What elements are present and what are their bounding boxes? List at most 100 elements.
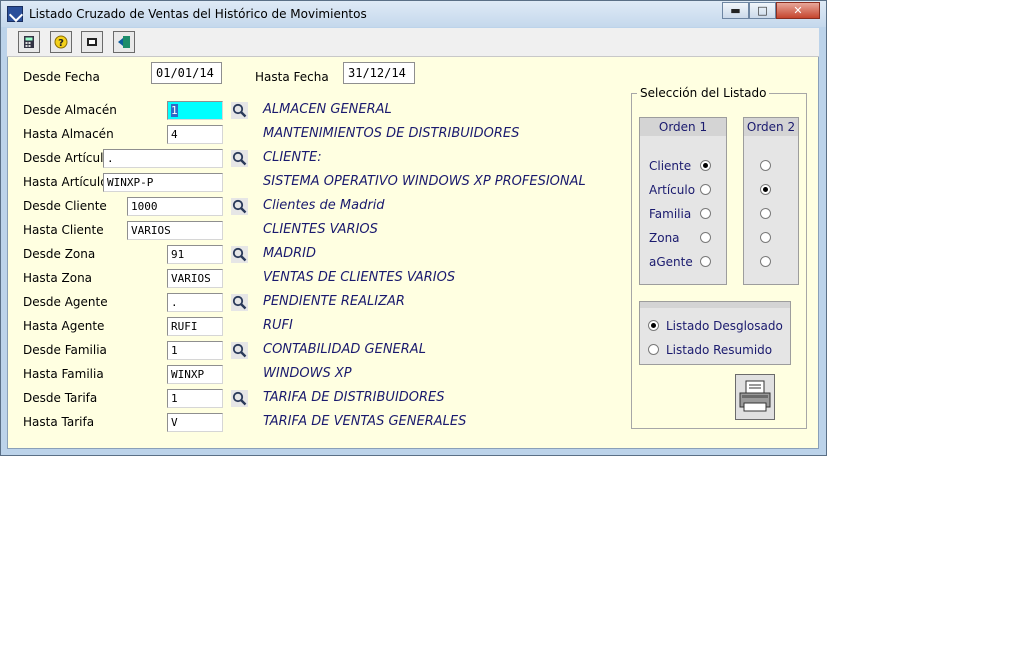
desde-cliente-search-button[interactable] [231, 198, 248, 215]
search-icon [232, 343, 247, 358]
search-icon [232, 199, 247, 214]
tipo-header [640, 302, 790, 308]
orden-option-articulo-label: Artículo [649, 183, 696, 197]
orden2-radio-articulo[interactable] [760, 184, 771, 195]
desde-tarifa-search-button[interactable] [231, 390, 248, 407]
hasta-almacen-description: MANTENIMIENTOS DE DISTRIBUIDORES [263, 126, 520, 141]
close-button[interactable]: ✕ [776, 2, 820, 19]
hasta-zona-value: VARIOS [171, 272, 211, 285]
hasta-tarifa-field[interactable]: V [167, 413, 223, 432]
toolbar: ? [7, 28, 819, 57]
desde-tarifa-label: Desde Tarifa [23, 391, 98, 405]
title-bar[interactable]: Listado Cruzado de Ventas del Histórico … [1, 1, 826, 27]
hasta-cliente-description: CLIENTES VARIOS [263, 222, 378, 237]
orden-option-cliente-label: Cliente [649, 159, 692, 173]
desde-familia-search-button[interactable] [231, 342, 248, 359]
hasta-agente-label: Hasta Agente [23, 319, 105, 333]
desde-tarifa-value: 1 [171, 392, 178, 405]
desde-almacen-field[interactable]: 1 [167, 101, 223, 120]
hasta-zona-field[interactable]: VARIOS [167, 269, 223, 288]
desde-cliente-label: Desde Cliente [23, 199, 107, 213]
desde-zona-search-button[interactable] [231, 246, 248, 263]
search-icon [232, 295, 247, 310]
hasta-almacen-label: Hasta Almacén [23, 127, 114, 141]
listado-desglosado-radio[interactable] [648, 320, 659, 331]
listado-resumido-radio[interactable] [648, 344, 659, 355]
hasta-almacen-field[interactable]: 4 [167, 125, 223, 144]
hasta-familia-label: Hasta Familia [23, 367, 104, 381]
desde-articulo-search-button[interactable] [231, 150, 248, 167]
print-preview-icon [87, 38, 97, 46]
window-title: Listado Cruzado de Ventas del Histórico … [29, 7, 367, 21]
orden1-radio-zona[interactable] [700, 232, 711, 243]
listado-desglosado-label: Listado Desglosado [666, 319, 783, 333]
hasta-familia-value: WINXP [171, 368, 205, 381]
printer-icon [739, 380, 771, 412]
orden1-header: Orden 1 [640, 118, 726, 136]
desde-articulo-field[interactable]: . [103, 149, 223, 168]
calculator-button[interactable] [18, 31, 40, 53]
hasta-familia-field[interactable]: WINXP [167, 365, 223, 384]
desde-zona-field[interactable]: 91 [167, 245, 223, 264]
calculator-icon [24, 36, 34, 48]
orden-option-familia-label: Familia [649, 207, 692, 221]
desde-cliente-description: Clientes de Madrid [263, 198, 385, 213]
listado-resumido-label: Listado Resumido [666, 343, 773, 357]
orden1-radio-cliente[interactable] [700, 160, 711, 171]
minimize-button[interactable]: ▬ [722, 2, 749, 19]
exit-button[interactable] [113, 31, 135, 53]
hasta-agente-field[interactable]: RUFI [167, 317, 223, 336]
hasta-articulo-label: Hasta Artículo [23, 175, 108, 189]
desde-tarifa-field[interactable]: 1 [167, 389, 223, 408]
hasta-cliente-label: Hasta Cliente [23, 223, 104, 237]
desde-almacen-value: 1 [171, 104, 178, 117]
orden1-radio-familia[interactable] [700, 208, 711, 219]
desde-cliente-value: 1000 [131, 200, 158, 213]
desde-articulo-description: CLIENTE: [263, 150, 322, 165]
desde-cliente-field[interactable]: 1000 [127, 197, 223, 216]
desde-agente-label: Desde Agente [23, 295, 108, 309]
hasta-cliente-field[interactable]: VARIOS [127, 221, 223, 240]
seleccion-title: Selección del Listado [637, 86, 770, 100]
orden2-radio-agente[interactable] [760, 256, 771, 267]
svg-text:?: ? [58, 38, 64, 49]
desde-familia-value: 1 [171, 344, 178, 357]
orden2-radio-zona[interactable] [760, 232, 771, 243]
hasta-agente-description: RUFI [263, 318, 293, 333]
desde-agente-search-button[interactable] [231, 294, 248, 311]
desde-zona-label: Desde Zona [23, 247, 96, 261]
desde-agente-field[interactable]: . [167, 293, 223, 312]
help-button[interactable]: ? [50, 31, 72, 53]
search-icon [232, 391, 247, 406]
maximize-button[interactable]: □ [749, 2, 776, 19]
desde-agente-description: PENDIENTE REALIZAR [263, 294, 405, 309]
orden-option-zona-label: Zona [649, 231, 680, 245]
orden1-radio-agente[interactable] [700, 256, 711, 267]
orden1-radio-articulo[interactable] [700, 184, 711, 195]
exit-icon [118, 36, 130, 48]
orden2-header: Orden 2 [744, 118, 798, 136]
desde-familia-field[interactable]: 1 [167, 341, 223, 360]
hasta-fecha-field[interactable]: 31/12/14 [343, 62, 415, 84]
desde-fecha-field[interactable]: 01/01/14 [151, 62, 222, 84]
desde-articulo-value: . [107, 152, 114, 165]
print-button[interactable] [735, 374, 775, 420]
orden-option-agente-label: aGente [649, 255, 693, 269]
hasta-zona-description: VENTAS DE CLIENTES VARIOS [263, 270, 456, 285]
desde-tarifa-description: TARIFA DE DISTRIBUIDORES [263, 390, 445, 405]
desde-zona-value: 91 [171, 248, 185, 261]
search-icon [232, 103, 247, 118]
search-icon [232, 247, 247, 262]
hasta-almacen-value: 4 [171, 128, 178, 141]
preview-button[interactable] [81, 31, 103, 53]
desde-articulo-label: Desde Artículo [23, 151, 111, 165]
desde-zona-description: MADRID [263, 246, 316, 261]
help-icon: ? [54, 35, 68, 49]
desde-agente-value: . [171, 296, 178, 309]
orden2-radio-cliente[interactable] [760, 160, 771, 171]
orden2-radio-familia[interactable] [760, 208, 771, 219]
desde-almacen-search-button[interactable] [231, 102, 248, 119]
desde-familia-label: Desde Familia [23, 343, 107, 357]
hasta-zona-label: Hasta Zona [23, 271, 93, 285]
hasta-articulo-field[interactable]: WINXP-P [103, 173, 223, 192]
